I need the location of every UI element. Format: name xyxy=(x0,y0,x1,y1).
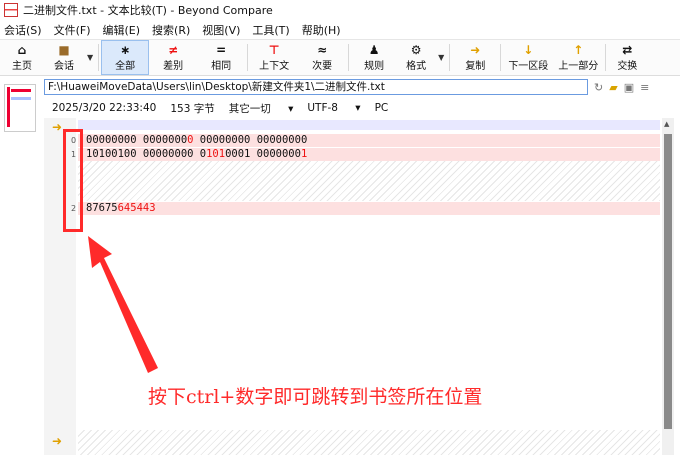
title-bar: 二进制文件.txt - 文本比较(T) - Beyond Compare xyxy=(0,0,680,20)
line-3[interactable]: 87675645443 xyxy=(78,202,660,215)
session-button[interactable]: ■ 会话 xyxy=(44,40,84,75)
folder-open-icon[interactable]: ▰ xyxy=(609,81,617,94)
file-size: 153 字节 xyxy=(170,102,215,115)
context-icon: ⊤ xyxy=(268,43,280,57)
end-hatch xyxy=(78,430,660,455)
highlight-box xyxy=(63,129,83,232)
show-diff-button[interactable]: ≠ 差别 xyxy=(149,40,197,75)
separator xyxy=(605,44,607,71)
down-arrow-icon: ↓ xyxy=(523,43,534,57)
show-same-button[interactable]: = 相同 xyxy=(197,40,245,75)
user-rules-icon: ♟ xyxy=(368,43,380,57)
menu-file[interactable]: 文件(F) xyxy=(54,22,91,38)
annotation-text: 按下ctrl+数字即可跳转到书签所在位置 xyxy=(148,386,483,408)
toolbar: ⌂ 主页 ■ 会话 ▼ ∗ 全部 ≠ 差别 = 相同 ⊤ 上下文 ≈ 次要 ♟ 规则 ⚙ 格式 ▼… xyxy=(0,40,680,76)
window-title: 二进制文件.txt - 文本比较(T) - Beyond Compare xyxy=(23,4,273,17)
approx-icon: ≈ xyxy=(317,43,328,57)
menu-help[interactable]: 帮助(H) xyxy=(302,22,341,38)
menu-view[interactable]: 视图(V) xyxy=(202,22,240,38)
scroll-thumb[interactable] xyxy=(664,134,672,429)
copy-arrow-icon: ➜ xyxy=(470,43,481,57)
format-gear-icon: ⚙ xyxy=(410,43,422,57)
vertical-scrollbar[interactable]: ▲ xyxy=(662,118,674,455)
line-header xyxy=(78,120,660,130)
separator xyxy=(348,44,350,71)
other-dropdown[interactable]: 其它一切 ▾ xyxy=(229,101,294,116)
next-section-button[interactable]: ↓ 下一区段 xyxy=(503,40,553,75)
up-arrow-icon: ↑ xyxy=(573,43,584,57)
swap-button[interactable]: ⇄ 交换 xyxy=(608,40,646,75)
file-date: 2025/3/20 22:33:40 xyxy=(52,102,157,114)
line-2[interactable]: 10100100 00000000 01010001 00000001 xyxy=(78,148,660,161)
minor-button[interactable]: ≈ 次要 xyxy=(298,40,346,75)
equal-icon: = xyxy=(216,43,227,57)
separator xyxy=(449,44,451,71)
copy-button[interactable]: ➜ 复制 xyxy=(452,40,498,75)
separator xyxy=(500,44,502,71)
menu-tools[interactable]: 工具(T) xyxy=(252,22,289,38)
menu-session[interactable]: 会话(S) xyxy=(4,22,42,38)
file-path-input[interactable]: F:\HuaweiMoveData\Users\lin\Desktop\新建文件… xyxy=(44,79,588,95)
history-icon[interactable]: ↻ xyxy=(594,81,603,94)
overview-thumbnail[interactable] xyxy=(4,84,36,132)
overview-diff-mark xyxy=(11,89,31,92)
encoding-dropdown[interactable]: UTF-8 ▾ xyxy=(307,102,360,114)
context-button[interactable]: ⊤ 上下文 xyxy=(250,40,298,75)
menu-search[interactable]: 搜索(R) xyxy=(152,22,190,38)
separator xyxy=(247,44,249,71)
show-all-button[interactable]: ∗ 全部 xyxy=(101,40,150,75)
format-button[interactable]: ⚙ 格式 xyxy=(397,40,435,75)
session-dropdown-icon[interactable]: ▼ xyxy=(87,53,93,62)
briefcase-icon: ■ xyxy=(58,43,70,57)
line-1[interactable]: 00000000 00000000 00000000 00000000 xyxy=(78,134,660,147)
home-icon: ⌂ xyxy=(17,43,27,57)
line-ending-label[interactable]: PC xyxy=(375,102,389,114)
rules-button[interactable]: ♟ 规则 xyxy=(351,40,397,75)
home-button[interactable]: ⌂ 主页 xyxy=(0,40,44,75)
menu-edit[interactable]: 编辑(E) xyxy=(103,22,141,38)
format-dropdown-icon[interactable]: ▼ xyxy=(438,53,444,62)
overview-side-mark xyxy=(7,87,10,127)
app-window: 二进制文件.txt - 文本比较(T) - Beyond Compare 会话(… xyxy=(0,0,680,455)
swap-icon: ⇄ xyxy=(622,43,633,57)
file-info-row: 2025/3/20 22:33:40 153 字节 其它一切 ▾ UTF-8 ▾… xyxy=(44,99,680,117)
separator xyxy=(98,44,100,71)
app-logo-icon xyxy=(4,3,18,17)
menu-bar: 会话(S) 文件(F) 编辑(E) 搜索(R) 视图(V) 工具(T) 帮助(H… xyxy=(0,20,680,40)
diff-arrow-icon-bottom[interactable]: ➜ xyxy=(52,435,64,447)
not-equal-icon: ≠ xyxy=(168,43,179,57)
overview-view-mark xyxy=(11,97,31,100)
path-row: F:\HuaweiMoveData\Users\lin\Desktop\新建文件… xyxy=(44,78,680,96)
prev-section-button[interactable]: ↑ 上一部分 xyxy=(553,40,603,75)
scroll-up-icon[interactable]: ▲ xyxy=(664,120,669,128)
missing-lines-hatch xyxy=(78,161,660,201)
save-icon[interactable]: ▣ xyxy=(624,81,634,94)
menu-icon[interactable]: ≡ xyxy=(640,81,649,94)
asterisk-icon: ∗ xyxy=(120,43,131,57)
path-tools: ↻ ▰ ▣ ≡ xyxy=(594,81,655,94)
